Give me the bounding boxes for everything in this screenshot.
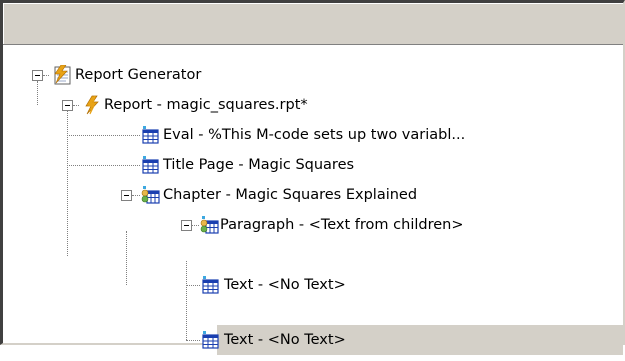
report-generator-icon xyxy=(52,64,72,85)
chapter-component-icon xyxy=(199,215,219,235)
table-component-icon xyxy=(140,125,160,145)
tree-item-text-selected[interactable]: Text - <No Text> xyxy=(3,325,623,355)
tree-item-chapter[interactable]: Chapter - Magic Squares Explained xyxy=(3,180,623,210)
lightning-icon xyxy=(82,95,102,115)
tree-item-label: Text - <No Text> xyxy=(224,277,346,293)
tree-item-title-page[interactable]: Title Page - Magic Squares xyxy=(3,150,623,180)
table-component-icon xyxy=(140,155,160,175)
tree-item-report-file[interactable]: Report - magic_squares.rpt* xyxy=(3,90,623,120)
tree-item-label: Chapter - Magic Squares Explained xyxy=(163,187,418,203)
tree-item-label: Report Generator xyxy=(75,67,202,83)
tree-item-label: Text - <No Text> xyxy=(224,332,346,348)
table-component-icon xyxy=(200,275,220,295)
tree-item-label: Title Page - Magic Squares xyxy=(163,157,355,173)
tree-item-label: Eval - %This M-code sets up two variabl.… xyxy=(163,127,466,143)
panel-header xyxy=(3,3,623,45)
table-component-icon xyxy=(200,330,220,350)
tree-item-label: Paragraph - <Text from children> xyxy=(220,217,464,233)
tree-item-label: Report - magic_squares.rpt* xyxy=(104,97,308,113)
chapter-component-icon xyxy=(140,185,160,205)
tree-item-eval[interactable]: Eval - %This M-code sets up two variabl.… xyxy=(3,120,623,150)
tree-item-report-generator[interactable]: Report Generator xyxy=(3,60,623,90)
outline-panel: Report Generator Report - magic_squares.… xyxy=(0,0,625,355)
report-outline-tree: Report Generator Report - magic_squares.… xyxy=(3,45,623,355)
tree-item-paragraph[interactable]: Paragraph - <Text from children> xyxy=(3,210,623,240)
tree-item-text[interactable]: Text - <No Text> xyxy=(3,270,623,300)
